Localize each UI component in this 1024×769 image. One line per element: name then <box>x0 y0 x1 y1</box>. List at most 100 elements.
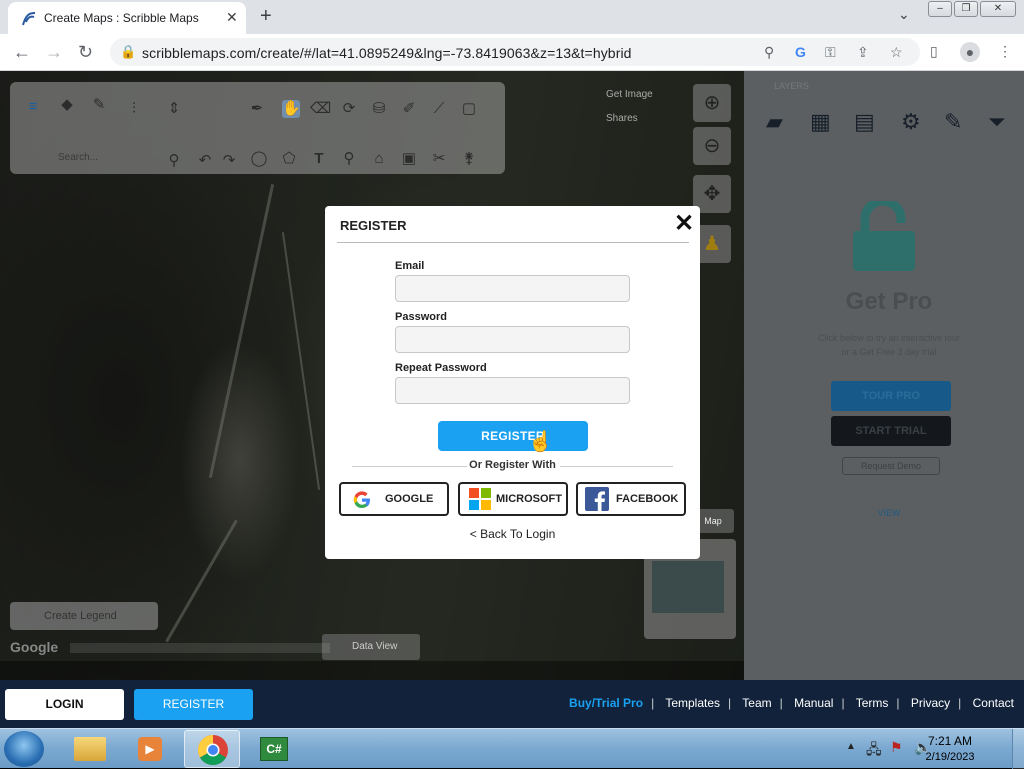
redo-icon[interactable]: ↷ <box>220 152 238 170</box>
register-submit-button[interactable]: REGISTER <box>438 421 588 451</box>
polygon-tool-icon[interactable]: ⬠ <box>280 150 298 168</box>
search-icon[interactable]: ⚲ <box>165 152 183 170</box>
new-tab-icon[interactable]: + <box>260 5 272 28</box>
facebook-label: FACEBOOK <box>616 493 679 505</box>
table-icon[interactable]: ▦ <box>810 109 831 135</box>
lock-tool-icon[interactable]: ⌂ <box>370 150 388 168</box>
close-icon[interactable]: ✕ <box>674 212 694 236</box>
rotate-icon[interactable]: ⟳ <box>340 100 358 118</box>
start-trial-button[interactable]: START TRIAL <box>831 416 951 446</box>
folder-add-icon[interactable]: ▰ <box>766 109 783 135</box>
text-tool-icon[interactable]: T <box>310 150 328 168</box>
login-button[interactable]: LOGIN <box>5 689 124 720</box>
side-panel-icon[interactable]: ▯ <box>930 43 938 60</box>
paint-bucket-icon[interactable]: ⛁ <box>370 100 388 118</box>
chrome-logo-icon <box>197 735 228 766</box>
hand-cursor-icon: ☝ <box>528 431 553 453</box>
marker-icon[interactable]: ✐ <box>400 100 418 118</box>
profile-avatar-icon[interactable]: ● <box>960 42 980 62</box>
password-label: Password <box>395 311 447 323</box>
circle-tool-icon[interactable]: ◯ <box>250 150 268 168</box>
file-explorer-taskbar-icon[interactable] <box>62 730 118 768</box>
contact-link[interactable]: Contact <box>973 696 1014 710</box>
csharp-app-taskbar-icon[interactable]: C# <box>246 730 302 768</box>
start-button-icon[interactable] <box>4 731 44 767</box>
brush-icon[interactable]: ✎ <box>944 109 962 135</box>
team-link[interactable]: Team <box>742 696 771 710</box>
browser-tab[interactable]: Create Maps : Scribble Maps ✕ <box>8 2 246 34</box>
line-color-icon[interactable]: ✎ <box>90 96 108 114</box>
clock-date[interactable]: 2/19/2023 <box>918 751 982 763</box>
privacy-link[interactable]: Privacy <box>911 696 950 710</box>
clock-time[interactable]: 7:21 AM <box>922 734 978 748</box>
scissors-icon[interactable]: ✂ <box>430 150 448 168</box>
undo-icon[interactable]: ↶ <box>196 152 214 170</box>
hand-tool-icon[interactable]: ✋ <box>282 100 301 118</box>
view-link[interactable]: VIEW <box>744 508 1024 518</box>
facebook-signin-button[interactable]: FACEBOOK <box>576 482 686 516</box>
zoom-out-icon[interactable]: ⊖ <box>693 127 731 165</box>
chrome-taskbar-icon[interactable] <box>184 730 240 768</box>
create-legend-button[interactable]: Create Legend <box>10 602 158 630</box>
line-tool-icon[interactable]: ⟋ <box>430 100 448 118</box>
import-file-icon[interactable]: ▤ <box>854 109 875 135</box>
microsoft-signin-button[interactable]: MICROSOFT <box>458 482 568 516</box>
eyedropper-icon[interactable]: ⚵ <box>460 150 478 168</box>
or-register-with-text: Or Register With <box>469 459 556 471</box>
line-width-icon[interactable]: ⫶ <box>125 100 143 118</box>
google-translate-icon[interactable]: G <box>795 44 806 60</box>
data-view-button[interactable]: Data View <box>322 634 420 660</box>
eraser-icon[interactable]: ⌫ <box>310 100 331 118</box>
layers-tool-icon[interactable]: ≡ <box>18 98 48 116</box>
key-icon[interactable]: ⚿ <box>825 44 836 61</box>
register-modal: REGISTER ✕ Email Password Repeat Passwor… <box>325 206 700 559</box>
lock-icon[interactable]: 🔒 <box>120 44 136 60</box>
buy-trial-pro-link[interactable]: Buy/Trial Pro <box>569 696 643 710</box>
bookmark-star-icon[interactable]: ☆ <box>890 44 903 61</box>
templates-link[interactable]: Templates <box>665 696 720 710</box>
toolbar-search-input[interactable]: Search... <box>58 152 178 166</box>
restore-window-icon[interactable]: ❐ <box>954 1 978 17</box>
get-image-link[interactable]: Get Image <box>606 89 653 100</box>
url-text[interactable]: scribblemaps.com/create/#/lat=41.0895249… <box>142 45 632 61</box>
register-button[interactable]: REGISTER <box>134 689 253 720</box>
shares-link[interactable]: Shares <box>606 113 638 124</box>
reload-icon[interactable]: ↻ <box>78 42 93 63</box>
minimize-window-icon[interactable]: – <box>928 1 952 17</box>
fill-color-icon[interactable]: ◆ <box>58 96 76 114</box>
action-center-flag-icon[interactable]: ⚑ <box>890 739 903 756</box>
back-to-login-link[interactable]: < Back To Login <box>325 527 700 541</box>
request-demo-button[interactable]: Request Demo <box>842 457 940 475</box>
password-field[interactable] <box>395 326 630 353</box>
share-icon[interactable]: ⇪ <box>857 44 869 61</box>
image-tool-icon[interactable]: ▣ <box>400 150 418 168</box>
manual-link[interactable]: Manual <box>794 696 833 710</box>
filter-icon[interactable]: ⏷ <box>988 109 1006 135</box>
location-pin-icon[interactable]: ⚲ <box>764 44 774 61</box>
back-arrow-icon[interactable]: ← <box>13 42 31 63</box>
tab-search-chevron-icon[interactable]: ⌄ <box>898 6 910 23</box>
address-bar[interactable]: 🔒 scribblemaps.com/create/#/lat=41.08952… <box>110 38 920 66</box>
rectangle-tool-icon[interactable]: ▢ <box>460 100 478 118</box>
tab-close-icon[interactable]: ✕ <box>226 9 238 26</box>
show-desktop-button[interactable] <box>1012 729 1024 769</box>
kebab-menu-icon[interactable]: ⋮ <box>998 43 1012 60</box>
tab-title: Create Maps : Scribble Maps <box>44 11 199 25</box>
repeat-password-field[interactable] <box>395 377 630 404</box>
microsoft-label: MICROSOFT <box>496 493 562 505</box>
email-field[interactable] <box>395 275 630 302</box>
network-icon[interactable]: 🖧 <box>866 739 882 763</box>
terms-link[interactable]: Terms <box>856 696 889 710</box>
pin-tool-icon[interactable]: ⚲ <box>340 150 358 168</box>
zoom-in-icon[interactable]: ⊕ <box>693 84 731 122</box>
pen-tool-icon[interactable]: ✒ <box>248 100 266 118</box>
close-window-icon[interactable]: ✕ <box>980 1 1016 17</box>
opacity-slider[interactable] <box>185 108 235 110</box>
show-hidden-icons-chevron-icon[interactable]: ▲ <box>846 741 856 752</box>
forward-arrow-icon[interactable]: → <box>45 42 63 63</box>
settings-gear-icon[interactable]: ⚙ <box>901 109 921 135</box>
google-signin-button[interactable]: GOOGLE <box>339 482 449 516</box>
tour-pro-button[interactable]: TOUR PRO <box>831 381 951 411</box>
media-player-taskbar-icon[interactable]: ▶ <box>122 730 178 768</box>
stepper-icon[interactable]: ⇕ <box>165 100 183 118</box>
